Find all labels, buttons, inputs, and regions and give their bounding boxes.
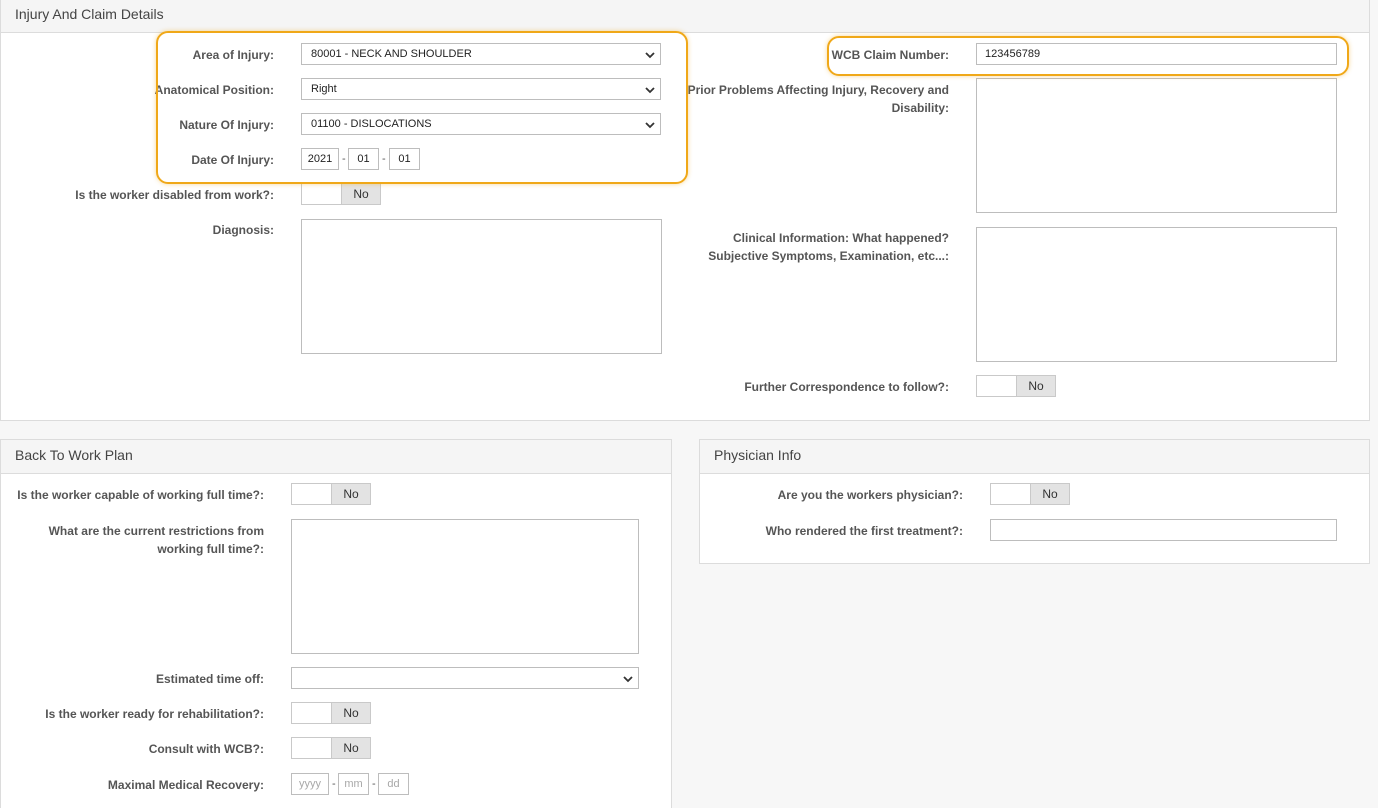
toggle-no-label: No <box>1016 376 1055 396</box>
anatomical-position-label: Anatomical Position: <box>154 83 274 97</box>
clinical-information-label-line1: Clinical Information: What happened? <box>733 231 949 245</box>
injury-claim-panel-title: Injury And Claim Details <box>15 6 164 22</box>
date-separator: - <box>332 778 336 790</box>
consult-wcb-toggle[interactable]: No <box>291 737 371 759</box>
prior-problems-label: Prior Problems Affecting Injury, Recover… <box>680 81 949 117</box>
date-separator: - <box>372 778 376 790</box>
date-of-injury-month[interactable]: 01 <box>348 148 379 170</box>
injury-claim-panel-header: Injury And Claim Details <box>1 0 1369 33</box>
toggle-no-label: No <box>1030 484 1069 504</box>
further-correspondence-label: Further Correspondence to follow?: <box>744 380 949 394</box>
area-of-injury-select[interactable]: 80001 - NECK AND SHOULDER <box>301 43 661 65</box>
date-of-injury-label: Date Of Injury: <box>191 153 274 167</box>
toggle-no-label: No <box>331 738 370 758</box>
mmr-month-input[interactable]: mm <box>338 773 369 795</box>
date-separator: - <box>382 153 386 165</box>
physician-info-panel-title: Physician Info <box>714 447 802 463</box>
current-restrictions-label-line2: working full time?: <box>157 542 264 556</box>
chevron-down-icon <box>645 122 655 129</box>
estimated-time-off-label: Estimated time off: <box>155 672 264 686</box>
nature-of-injury-select[interactable]: 01100 - DISLOCATIONS <box>301 113 661 135</box>
area-of-injury-label: Area of Injury: <box>192 48 274 62</box>
anatomical-position-select[interactable]: Right <box>301 78 661 100</box>
area-of-injury-value: 80001 - NECK AND SHOULDER <box>311 48 472 60</box>
back-to-work-panel-header: Back To Work Plan <box>1 440 671 474</box>
capable-full-time-label: Is the worker capable of working full ti… <box>17 488 264 502</box>
ready-for-rehab-label: Is the worker ready for rehabilitation?: <box>45 707 264 721</box>
nature-of-injury-label: Nature Of Injury: <box>179 118 274 132</box>
wcb-claim-number-input[interactable]: 123456789 <box>976 43 1337 65</box>
back-to-work-panel-title: Back To Work Plan <box>15 447 133 463</box>
anatomical-position-value: Right <box>311 83 337 95</box>
consult-wcb-label: Consult with WCB?: <box>148 742 264 756</box>
toggle-no-label: No <box>331 703 370 723</box>
prior-problems-label-line2: Disability: <box>891 101 949 115</box>
diagnosis-label: Diagnosis: <box>212 223 274 237</box>
clinical-information-textarea[interactable] <box>976 227 1337 362</box>
chevron-down-icon <box>645 87 655 94</box>
prior-problems-label-line1: Prior Problems Affecting Injury, Recover… <box>687 83 949 97</box>
current-restrictions-label: What are the current restrictions from w… <box>10 522 264 558</box>
current-restrictions-textarea[interactable] <box>291 519 639 654</box>
disabled-from-work-toggle[interactable]: No <box>301 183 381 205</box>
wcb-claim-number-value: 123456789 <box>985 48 1041 60</box>
toggle-no-label: No <box>331 484 370 504</box>
date-separator: - <box>342 153 346 165</box>
workers-physician-toggle[interactable]: No <box>990 483 1070 505</box>
estimated-time-off-select[interactable] <box>291 667 639 689</box>
clinical-information-label: Clinical Information: What happened? Sub… <box>680 229 949 265</box>
ready-for-rehab-toggle[interactable]: No <box>291 702 371 724</box>
clinical-information-label-line2: Subjective Symptoms, Examination, etc...… <box>708 249 949 263</box>
toggle-no-label: No <box>341 184 380 204</box>
mmr-year-input[interactable]: yyyy <box>291 773 329 795</box>
further-correspondence-toggle[interactable]: No <box>976 375 1056 397</box>
maximal-medical-recovery-label: Maximal Medical Recovery: <box>107 778 264 792</box>
disabled-from-work-label: Is the worker disabled from work?: <box>75 188 274 202</box>
first-treatment-label: Who rendered the first treatment?: <box>765 524 963 538</box>
physician-info-panel-header: Physician Info <box>700 440 1369 474</box>
chevron-down-icon <box>645 52 655 59</box>
workers-physician-label: Are you the workers physician?: <box>777 488 963 502</box>
nature-of-injury-value: 01100 - DISLOCATIONS <box>311 118 432 130</box>
date-of-injury-day[interactable]: 01 <box>389 148 420 170</box>
chevron-down-icon <box>623 676 633 683</box>
prior-problems-textarea[interactable] <box>976 78 1337 213</box>
date-of-injury-year[interactable]: 2021 <box>301 148 339 170</box>
capable-full-time-toggle[interactable]: No <box>291 483 371 505</box>
current-restrictions-label-line1: What are the current restrictions from <box>48 524 264 538</box>
mmr-day-input[interactable]: dd <box>378 773 409 795</box>
wcb-claim-number-label: WCB Claim Number: <box>831 48 949 62</box>
first-treatment-input[interactable] <box>990 519 1337 541</box>
diagnosis-textarea[interactable] <box>301 219 662 354</box>
